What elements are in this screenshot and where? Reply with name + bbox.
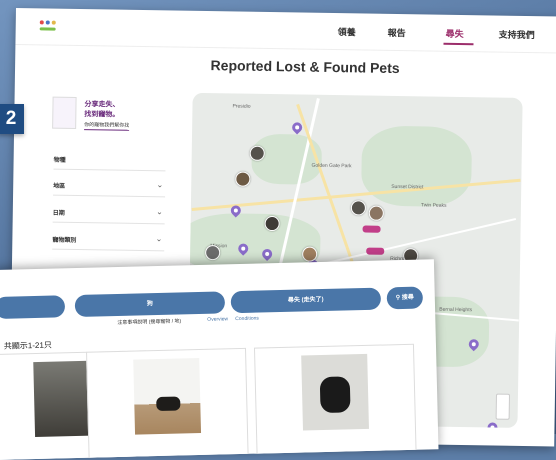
filter-pet-type[interactable]: 寵物類別 ⌄ [52,228,165,252]
conditions-link[interactable]: Conditions [235,316,259,323]
top-nav: 領養 報告 尋失 支持我們 [15,8,556,54]
filter-species[interactable]: 物種 [53,148,166,172]
promo-illustration [52,96,77,129]
filter-date[interactable]: 日期 ⌄ [52,201,165,225]
search-icon: ⚲ [395,295,401,302]
chevron-down-icon: ⌄ [155,234,163,244]
map-zoom-control[interactable] [495,393,511,420]
map-pin-marker[interactable] [485,420,500,428]
chevron-down-icon: ⌄ [156,207,163,217]
map-pin-marker[interactable] [466,337,481,352]
promo-line-1: 分享走失、 [84,101,120,109]
map-photo-marker[interactable] [350,200,367,216]
step-number-badge: 2 [0,104,24,134]
map-photo-marker[interactable] [368,205,384,221]
map-label: Sunset District [391,183,424,191]
search-button[interactable]: ⚲ 搜尋 [386,286,424,310]
site-logo[interactable] [38,18,60,32]
promo-block: 分享走失、 找到寵物。 你的寵物我們幫你找 [46,94,167,140]
chevron-down-icon: ⌄ [156,180,164,190]
map-pin-marker[interactable] [260,246,275,262]
overview-link[interactable]: Overview [207,316,228,323]
active-nav-indicator [443,42,474,46]
promo-line-2: 找到寵物。 [84,111,120,119]
filter-label: 日期 [52,210,65,217]
promo-link[interactable]: 你的寵物我們幫你找 [84,121,130,131]
search-field-1[interactable] [0,295,66,319]
pet-card[interactable] [86,347,249,460]
search-button-label: 搜尋 [401,294,414,302]
map-photo-marker[interactable] [235,171,251,187]
map-label: Golden Gate Park [311,162,352,170]
map-cluster-badge[interactable] [362,225,381,233]
search-results-window: 狗 尋失 (走失了) ⚲ 搜尋 注意事項說明 (搜尋寵物 / 地) Overvi… [0,259,439,460]
search-field-species[interactable]: 狗 [74,291,226,318]
pet-photo [301,353,369,431]
filter-district[interactable]: 地區 ⌄ [53,174,166,198]
nav-adopt[interactable]: 領養 [338,25,356,38]
result-count: 共顯示1-21只 [3,340,52,351]
page-title: Reported Lost & Found Pets [210,57,400,77]
nav-lost[interactable]: 尋失 [446,27,464,40]
search-field-status[interactable]: 尋失 (走失了) [230,287,382,314]
map-pin-marker[interactable] [236,241,251,256]
search-help-text: 注意事項說明 (搜尋寵物 / 地) [117,318,182,327]
pet-photo [133,358,202,435]
map-pin-marker[interactable] [290,120,305,135]
map-photo-marker[interactable] [205,245,221,261]
nav-report[interactable]: 報告 [388,26,406,39]
map-label: Presidio [232,103,251,110]
nav-support[interactable]: 支持我們 [499,28,535,42]
map-label: Twin Peaks [420,202,447,209]
map-label: Bernal Heights [439,306,473,314]
map-pin-marker[interactable] [228,203,243,218]
filter-label: 物種 [53,157,66,164]
pet-card[interactable] [253,343,417,460]
filter-label: 寵物類別 [52,237,77,244]
map-cluster-badge[interactable] [366,247,385,255]
filter-label: 地區 [53,183,66,190]
